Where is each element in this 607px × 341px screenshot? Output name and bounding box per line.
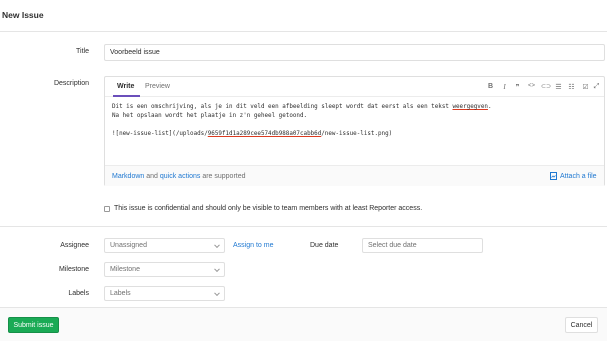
confidential-label: This issue is confidential and should on… (114, 205, 423, 212)
chevron-down-icon (214, 265, 220, 272)
markdown-help: Markdown and quick actions are supported (112, 173, 246, 180)
section-divider (0, 226, 607, 227)
code-icon[interactable]: <> (527, 83, 536, 89)
file-icon (550, 172, 557, 180)
markdown-link[interactable]: Markdown (112, 173, 144, 180)
description-label: Description (53, 80, 89, 87)
editor-footer: Markdown and quick actions are supported… (105, 165, 604, 186)
assignee-label: Assignee (60, 242, 89, 249)
description-editor[interactable]: Write Preview B I ❞ <> ⊂⊃ ☰ ☷ ☑ ⤢ Dit is… (104, 76, 605, 186)
milestone-value: Milestone (110, 266, 140, 273)
chevron-down-icon (214, 289, 220, 296)
title-input[interactable]: Voorbeeld issue (104, 44, 605, 61)
confidential-checkbox[interactable] (104, 206, 110, 212)
assignee-value: Unassigned (110, 242, 147, 249)
quick-actions-link[interactable]: quick actions (160, 173, 200, 180)
assignee-dropdown[interactable]: Unassigned (104, 238, 225, 253)
labels-value: Labels (110, 290, 131, 297)
italic-icon[interactable]: I (500, 83, 509, 91)
labels-label: Labels (68, 290, 89, 297)
line1-end: . (487, 104, 492, 110)
header-divider (0, 31, 607, 32)
line1-text: Dit is een omschrijving, als je in dit v… (112, 104, 453, 110)
active-tab-indicator (113, 95, 140, 97)
footer-supported: are supported (202, 173, 246, 180)
quote-icon[interactable]: ❞ (513, 83, 522, 91)
line4-end: /new-issue-list.png) (321, 131, 393, 137)
line4-text: ![new-issue-list](/uploads/ (112, 131, 208, 137)
task-list-icon[interactable]: ☑ (581, 83, 590, 91)
fullscreen-icon[interactable]: ⤢ (592, 83, 601, 91)
tab-write[interactable]: Write (117, 83, 134, 90)
attach-file-button[interactable]: Attach a file (550, 172, 597, 180)
bold-icon[interactable]: B (486, 83, 495, 90)
title-label: Title (76, 48, 89, 55)
footer-and: and (146, 173, 158, 180)
milestone-dropdown[interactable]: Milestone (104, 262, 225, 277)
attach-file-label: Attach a file (560, 172, 597, 180)
due-date-input[interactable]: Select due date (362, 238, 483, 253)
title-input-value: Voorbeeld issue (110, 49, 160, 56)
line4-hash: 9659f1d1a289cee574db988a07cabb6d (207, 131, 322, 137)
milestone-label: Milestone (59, 266, 89, 273)
cancel-button[interactable]: Cancel (565, 317, 598, 333)
due-date-label: Due date (310, 242, 339, 249)
numbered-list-icon[interactable]: ☷ (567, 83, 576, 91)
due-date-placeholder: Select due date (368, 242, 417, 249)
assign-to-me-link[interactable]: Assign to me (233, 242, 273, 249)
tab-preview[interactable]: Preview (145, 83, 170, 90)
bullet-list-icon[interactable]: ☰ (554, 83, 563, 91)
chevron-down-icon (214, 241, 220, 248)
labels-dropdown[interactable]: Labels (104, 286, 225, 301)
page-title: New Issue (2, 10, 44, 20)
editor-toolbar: Write Preview B I ❞ <> ⊂⊃ ☰ ☷ ☑ ⤢ (105, 77, 604, 97)
link-icon[interactable]: ⊂⊃ (541, 83, 551, 90)
description-textarea[interactable]: Dit is een omschrijving, als je in dit v… (112, 103, 491, 139)
line2-text: Na het opslaan wordt het plaatje in z'n … (112, 113, 308, 119)
line1-misspelled: weergegven (452, 104, 488, 110)
submit-issue-button[interactable]: Submit issue (8, 317, 59, 333)
form-actions-bar (0, 307, 607, 341)
